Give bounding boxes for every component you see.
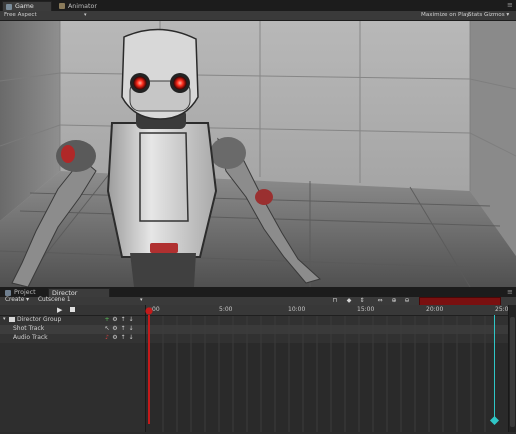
- stop-icon[interactable]: [70, 307, 75, 312]
- track-row-icons: + ⚙ ↑ ↓: [104, 317, 134, 323]
- timeline-grid: [146, 316, 509, 432]
- ruler-tick-label: 10:00: [288, 306, 306, 313]
- timeline-ruler[interactable]: :00 5:00 10:00 15:00 20:00 25:00: [146, 305, 512, 316]
- group-collapse-arrow-icon[interactable]: ▾: [3, 316, 6, 322]
- end-marker-line[interactable]: [494, 315, 495, 423]
- track-row-director-group[interactable]: ▾ Director Group + ⚙ ↑ ↓: [0, 316, 145, 325]
- cursor-icon: ↖: [104, 325, 110, 332]
- tab-game-label: Game: [15, 3, 34, 10]
- keyframe-icon[interactable]: ◆: [345, 297, 353, 304]
- bottom-tab-strip: Project Director ≡: [0, 287, 516, 297]
- game-viewport[interactable]: [0, 21, 516, 287]
- stats-toggle[interactable]: Stats: [468, 12, 482, 18]
- timeline-vertical-scrollbar[interactable]: [508, 305, 516, 432]
- zoom-in-icon[interactable]: ⊕: [390, 297, 398, 304]
- timeline-area[interactable]: [145, 305, 509, 432]
- move-up-icon[interactable]: ↑: [120, 335, 126, 341]
- tab-animator[interactable]: Animator: [56, 1, 104, 11]
- play-icon[interactable]: ▶: [57, 306, 62, 314]
- tab-director[interactable]: Director: [48, 288, 110, 297]
- snap-icon[interactable]: ⊓: [331, 297, 339, 304]
- tab-animator-label: Animator: [68, 2, 97, 10]
- window-tab-strip: Game Animator ≡: [0, 0, 516, 11]
- playhead-line[interactable]: [148, 315, 150, 424]
- ruler-tick-label: 15:00: [357, 306, 375, 313]
- settings-icon[interactable]: ⚙: [112, 335, 118, 341]
- end-marker-handle[interactable]: [490, 416, 499, 425]
- track-label-director-group: Director Group: [17, 316, 62, 323]
- director-panel-menu-icon[interactable]: ≡: [507, 289, 513, 296]
- tab-project[interactable]: Project: [2, 288, 46, 297]
- create-dropdown[interactable]: Create ▾: [5, 297, 29, 303]
- settings-icon[interactable]: ⚙: [112, 317, 118, 323]
- project-icon: [5, 289, 11, 296]
- game-toolbar: Free Aspect ▾ Maximize on Play Stats Giz…: [0, 11, 516, 21]
- scrollbar-thumb[interactable]: [510, 317, 515, 427]
- settings-icon[interactable]: ⚙: [112, 326, 118, 332]
- track-row-audio-track[interactable]: Audio Track ♪ ⚙ ↑ ↓: [0, 334, 145, 343]
- track-label-shot-track: Shot Track: [13, 325, 45, 332]
- move-down-icon[interactable]: ↓: [128, 317, 134, 323]
- folder-icon: [9, 317, 15, 322]
- game-scene: [0, 21, 516, 287]
- aspect-dropdown[interactable]: Free Aspect: [4, 12, 37, 18]
- gizmos-dropdown[interactable]: Gizmos ▾: [484, 12, 509, 18]
- window-menu-icon[interactable]: ≡: [507, 2, 513, 9]
- cutscene-selector-arrow-icon[interactable]: ▾: [140, 297, 143, 303]
- track-row-shot-track[interactable]: Shot Track ↖ ⚙ ↑ ↓: [0, 325, 145, 334]
- move-up-icon[interactable]: ↑: [120, 326, 126, 332]
- tab-director-label: Director: [52, 289, 78, 297]
- track-label-audio-track: Audio Track: [13, 334, 48, 341]
- tab-project-label: Project: [14, 289, 36, 296]
- ruler-tick-label: 5:00: [219, 306, 233, 313]
- zoom-fit-icon[interactable]: ⇔: [376, 297, 384, 304]
- game-icon: [6, 3, 12, 10]
- move-down-icon[interactable]: ↓: [128, 326, 134, 332]
- tab-game[interactable]: Game: [2, 1, 52, 11]
- maximize-on-play-toggle[interactable]: Maximize on Play: [421, 12, 470, 18]
- track-row-icons: ♪ ⚙ ↑ ↓: [104, 335, 134, 341]
- add-track-icon[interactable]: +: [104, 317, 110, 323]
- playback-controls: ▶: [0, 305, 145, 316]
- zoom-out-icon[interactable]: ⊖: [403, 297, 411, 304]
- aspect-dropdown-arrow-icon[interactable]: ▾: [84, 12, 87, 18]
- track-row-icons: ↖ ⚙ ↑ ↓: [104, 326, 134, 332]
- move-up-icon[interactable]: ↑: [120, 317, 126, 323]
- resize-vertical-icon[interactable]: ⇕: [358, 297, 366, 304]
- cutscene-selector[interactable]: Cutscene 1: [38, 297, 71, 303]
- mute-icon[interactable]: ♪: [104, 335, 110, 341]
- ruler-tick-label: 20:00: [426, 306, 444, 313]
- animator-icon: [59, 3, 65, 9]
- move-down-icon[interactable]: ↓: [128, 335, 134, 341]
